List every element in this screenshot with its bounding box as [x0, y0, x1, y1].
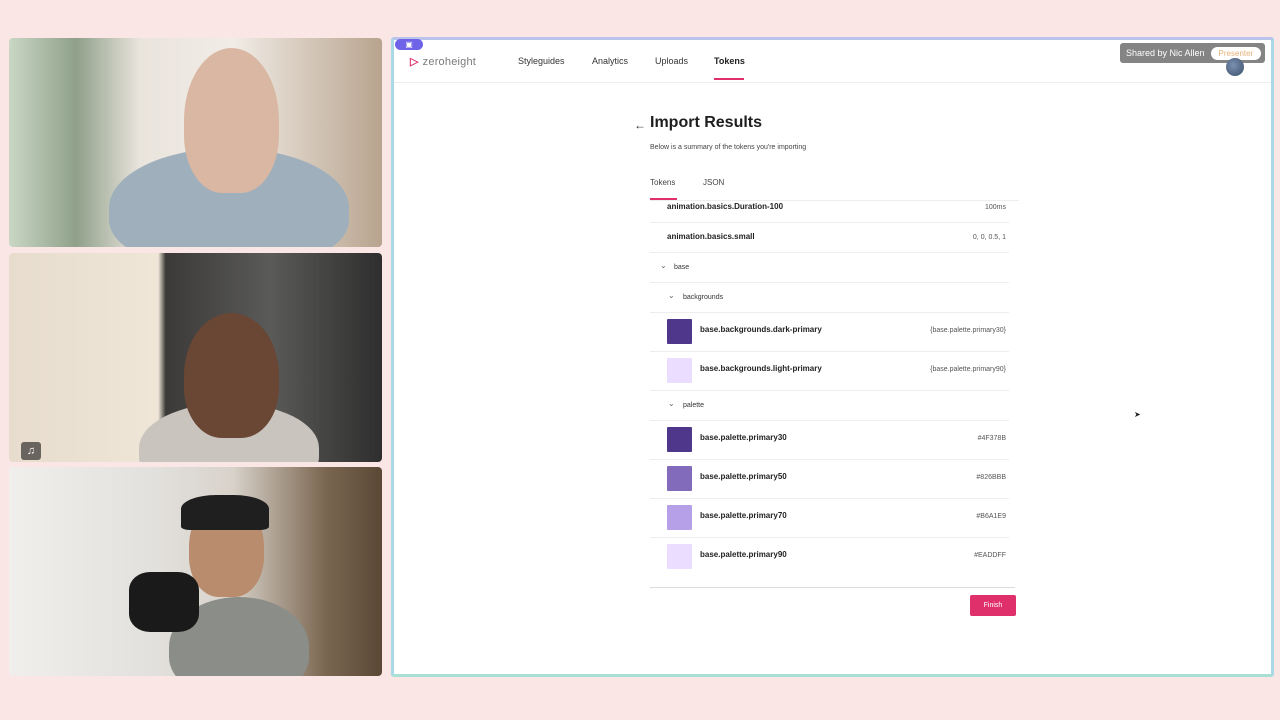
token-row: base.palette.primary50 #826BBB [650, 459, 1009, 499]
page-title: Import Results [650, 114, 763, 131]
page-subtitle: Below is a summary of the tokens you're … [650, 144, 807, 151]
token-row: base.palette.primary70 #B6A1E9 [650, 498, 1009, 538]
nav-styleguides[interactable]: Styleguides [518, 56, 565, 66]
token-value: 0, 0, 0.5, 1 [972, 234, 1006, 241]
shared-by-text: Shared by Nic Allen [1126, 48, 1205, 58]
token-value: {base.palette.primary30} [930, 327, 1006, 334]
token-value: #EADDFF [974, 552, 1006, 559]
zeroheight-logo[interactable]: ▷ zeroheight [410, 55, 477, 69]
token-name: base.palette.primary50 [700, 472, 787, 481]
token-name: base.palette.primary90 [700, 550, 787, 559]
top-navigation: ▷ zeroheight Styleguides Analytics Uploa… [394, 40, 1271, 83]
token-row: animation.basics.Duration-100 100ms [650, 200, 1009, 223]
finish-button[interactable]: Finish [970, 595, 1016, 616]
color-swatch [667, 358, 692, 383]
chevron-down-icon: ⌄ [668, 291, 675, 300]
tab-json[interactable]: JSON [703, 178, 724, 187]
token-value: 100ms [984, 204, 1006, 211]
shared-screen: ▷ zeroheight Styleguides Analytics Uploa… [391, 37, 1274, 677]
token-value: #4F378B [977, 435, 1006, 442]
token-row: base.palette.primary90 #EADDFF [650, 537, 1009, 576]
token-row: base.backgrounds.light-primary {base.pal… [650, 351, 1009, 391]
mouse-cursor-icon: ➤ [1134, 410, 1141, 419]
token-name: animation.basics.small [667, 232, 755, 241]
token-name: base.palette.primary30 [700, 433, 787, 442]
token-name: base.palette.primary70 [700, 511, 787, 520]
logo-mark-icon: ▷ [410, 56, 419, 68]
group-label: palette [683, 402, 705, 409]
active-nav-indicator [714, 78, 744, 80]
token-row: base.backgrounds.dark-primary {base.pale… [650, 312, 1009, 352]
token-value: {base.palette.primary90} [930, 366, 1006, 373]
screen-share-icon: ▣ [395, 39, 423, 50]
group-row-base[interactable]: ⌄ base [650, 252, 1009, 283]
color-swatch [667, 427, 692, 452]
participant-video-1 [9, 38, 382, 247]
group-label: base [674, 264, 690, 271]
nav-uploads[interactable]: Uploads [655, 56, 688, 66]
nav-analytics[interactable]: Analytics [592, 56, 628, 66]
color-swatch [667, 319, 692, 344]
muted-mic-icon: ♫ [21, 442, 41, 460]
chevron-down-icon: ⌄ [668, 399, 675, 408]
user-avatar[interactable] [1226, 58, 1244, 76]
group-row-palette[interactable]: ⌄ palette [650, 390, 1009, 421]
back-arrow-icon[interactable]: ← [634, 118, 646, 132]
tab-tokens[interactable]: Tokens [650, 178, 675, 187]
nav-tokens[interactable]: Tokens [714, 56, 745, 66]
token-list[interactable]: animation.basics.Duration-100 100ms anim… [650, 200, 1015, 585]
participant-video-3 [9, 467, 382, 676]
token-value: #826BBB [976, 474, 1006, 481]
group-label: backgrounds [683, 294, 724, 301]
color-swatch [667, 466, 692, 491]
shared-by-badge: Shared by Nic Allen Presenter [1120, 43, 1266, 63]
token-name: base.backgrounds.dark-primary [700, 325, 822, 334]
participant-video-2: ♫ [9, 253, 382, 462]
group-row-backgrounds[interactable]: ⌄ backgrounds [650, 282, 1009, 313]
token-row: base.palette.primary30 #4F378B [650, 420, 1009, 460]
token-row: animation.basics.small 0, 0, 0.5, 1 [650, 222, 1009, 253]
footer-divider [650, 587, 1015, 588]
color-swatch [667, 505, 692, 530]
token-name: animation.basics.Duration-100 [667, 202, 784, 211]
logo-text: zeroheight [422, 55, 477, 68]
token-value: #B6A1E9 [976, 513, 1006, 520]
color-swatch [667, 544, 692, 569]
token-name: base.backgrounds.light-primary [700, 364, 822, 373]
chevron-down-icon: ⌄ [660, 261, 667, 270]
